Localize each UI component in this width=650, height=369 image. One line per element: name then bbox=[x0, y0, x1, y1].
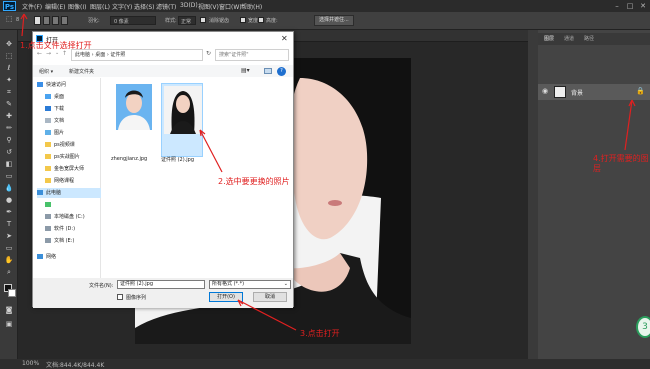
arrow-step3 bbox=[237, 299, 297, 331]
annotation-arrows bbox=[20, 13, 636, 331]
annotation-step1: 1.点击文件选择打开 bbox=[20, 41, 92, 50]
arrow-step4 bbox=[624, 99, 633, 151]
annotation-step2: 2.选中要更换的照片 bbox=[218, 177, 290, 186]
arrow-step2 bbox=[199, 129, 223, 173]
annotation-step3: 3.点击打开 bbox=[300, 329, 340, 338]
annotation-step4: 4.打开需要的图层 bbox=[593, 154, 649, 173]
